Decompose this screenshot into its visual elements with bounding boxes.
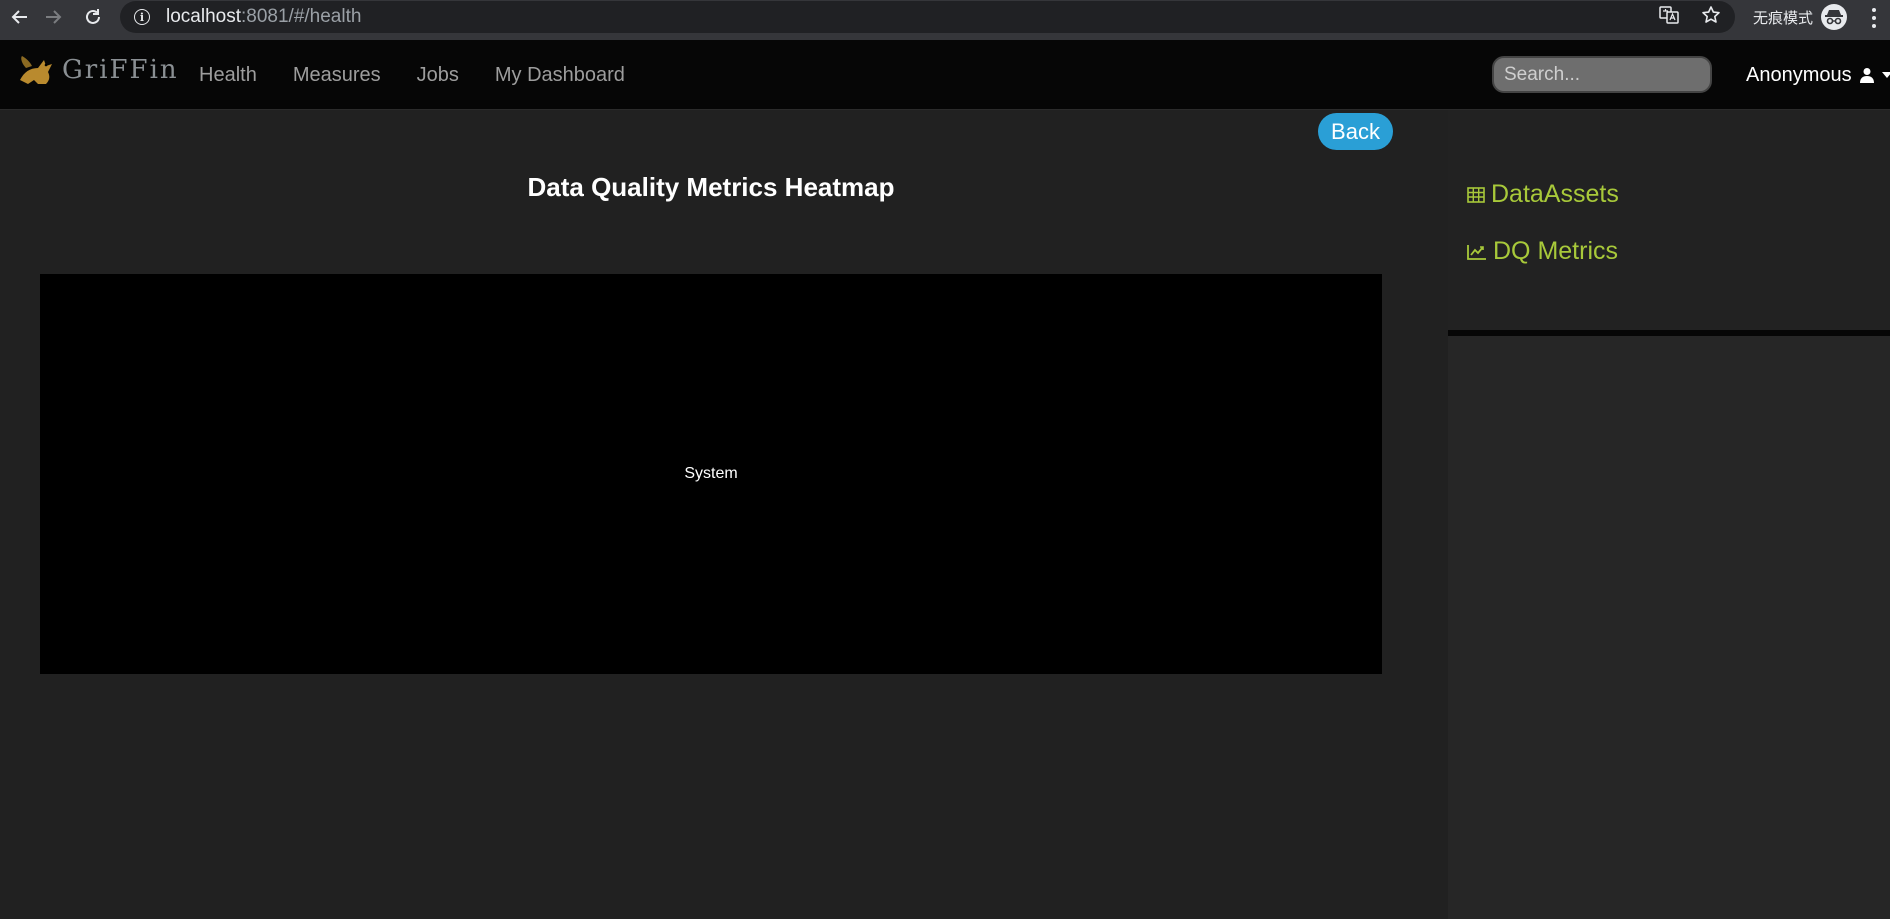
- nav-links: Health Measures Jobs My Dashboard: [181, 40, 643, 110]
- sidebar-item-dq-metrics[interactable]: DQ Metrics: [1467, 237, 1618, 266]
- line-chart-icon: [1467, 244, 1486, 260]
- table-icon: [1467, 186, 1485, 203]
- caret-down-icon: [1881, 72, 1890, 78]
- nav-link-health[interactable]: Health: [181, 64, 275, 87]
- incognito-label: 无痕模式: [1753, 8, 1814, 27]
- reload-icon[interactable]: [73, 1, 113, 33]
- back-button[interactable]: Back: [1318, 113, 1393, 150]
- sidebar-item-label: DQ Metrics: [1493, 237, 1618, 265]
- nav-link-measures[interactable]: Measures: [275, 64, 399, 87]
- info-icon[interactable]: i: [134, 9, 150, 25]
- incognito-indicator[interactable]: 无痕模式: [1753, 0, 1848, 34]
- url-host: localhost: [166, 6, 241, 27]
- heatmap-node-label[interactable]: System: [40, 274, 1382, 674]
- brand-logo[interactable]: GriFFin: [16, 54, 179, 86]
- nav-link-my-dashboard[interactable]: My Dashboard: [477, 64, 643, 87]
- kebab-menu-icon[interactable]: [1872, 8, 1876, 28]
- url-path: :8081/#/health: [241, 6, 362, 27]
- sidebar: DataAssets DQ Metrics: [1448, 110, 1890, 919]
- user-name: Anonymous: [1746, 63, 1852, 86]
- search-input[interactable]: [1492, 56, 1712, 93]
- address-bar[interactable]: i localhost:8081/#/health: [120, 1, 1735, 33]
- forward-arrow-icon[interactable]: [33, 1, 73, 33]
- brand-name: GriFFin: [62, 55, 179, 85]
- user-icon: [1859, 68, 1874, 83]
- url-text[interactable]: localhost:8081/#/health: [166, 6, 361, 28]
- browser-toolbar: i localhost:8081/#/health 无痕模式: [0, 0, 1890, 40]
- bookmark-star-icon[interactable]: [1701, 5, 1721, 30]
- translate-icon[interactable]: [1659, 5, 1679, 30]
- page-title: Data Quality Metrics Heatmap: [527, 172, 895, 202]
- sidebar-item-dataassets[interactable]: DataAssets: [1467, 180, 1619, 209]
- app-navbar: GriFFin Health Measures Jobs My Dashboar…: [0, 40, 1890, 110]
- heatmap-chart[interactable]: System: [40, 274, 1382, 674]
- main-content: Back Data Quality Metrics Heatmap System: [0, 110, 1448, 919]
- sidebar-item-label: DataAssets: [1491, 180, 1619, 208]
- incognito-icon: [1821, 4, 1848, 30]
- sidebar-panel: DataAssets DQ Metrics: [1448, 110, 1890, 336]
- nav-link-jobs[interactable]: Jobs: [399, 64, 477, 87]
- user-menu[interactable]: Anonymous: [1746, 40, 1890, 110]
- griffin-logo-icon: [20, 56, 52, 84]
